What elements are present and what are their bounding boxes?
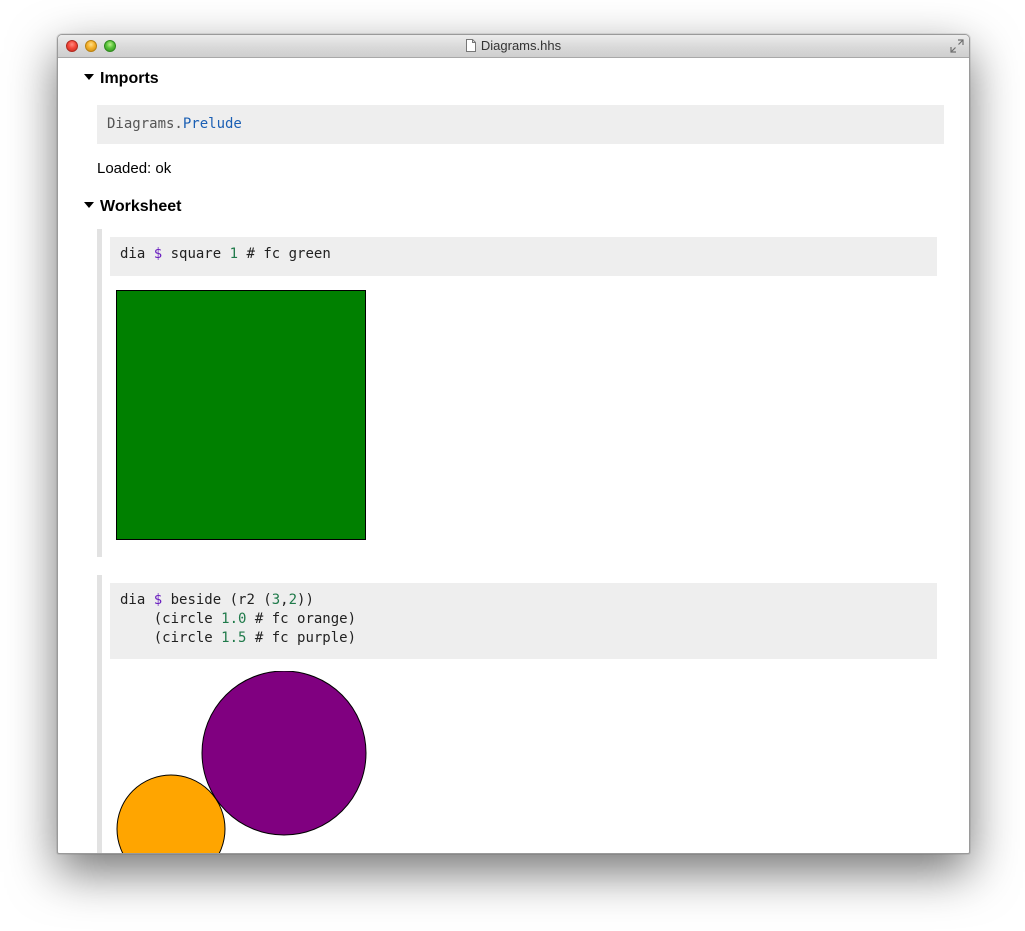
cell-code-editor[interactable]: dia $ beside (r2 (3,2)) (circle 1.0 # fc… (110, 583, 937, 659)
code-number: 1.0 (221, 611, 247, 627)
worksheet-content[interactable]: Imports Diagrams.Prelude Loaded: ok Work… (58, 58, 969, 853)
window-title-group: Diagrams.hhs (58, 38, 969, 54)
code-token: )) (297, 592, 314, 608)
cell-output-diagram (116, 290, 366, 540)
code-token: # fc purple) (246, 630, 357, 646)
code-token: # fc green (238, 246, 331, 262)
code-token: dia (120, 246, 154, 262)
worksheet-cell: dia $ square 1 # fc green (97, 229, 947, 557)
code-number: 3 (271, 592, 281, 608)
code-operator: $ (153, 592, 163, 608)
code-number: 2 (288, 592, 298, 608)
import-module-prefix: Diagrams. (107, 116, 183, 132)
purple-circle-shape (201, 671, 367, 836)
worksheet-header-label: Worksheet (100, 198, 182, 215)
disclosure-triangle-icon[interactable] (84, 74, 94, 80)
green-square-shape (116, 290, 366, 540)
code-token: beside (r2 ( (162, 592, 272, 608)
app-window: Diagrams.hhs Imports Diagrams.Prelude Lo… (57, 34, 970, 854)
imports-code-editor[interactable]: Diagrams.Prelude (97, 105, 944, 144)
window-title: Diagrams.hhs (480, 38, 562, 53)
code-number: 1 (229, 246, 239, 262)
disclosure-triangle-icon[interactable] (84, 202, 94, 208)
code-token: , (280, 592, 289, 608)
worksheet-cell: dia $ beside (r2 (3,2)) (circle 1.0 # fc… (97, 575, 947, 853)
imports-status: Loaded: ok (97, 160, 172, 177)
cell-output-diagram (116, 671, 367, 853)
document-icon (465, 39, 476, 52)
worksheet-section-header[interactable]: Worksheet (84, 197, 182, 217)
imports-section-header[interactable]: Imports (84, 69, 159, 89)
fullscreen-icon[interactable] (950, 39, 964, 53)
code-token: square (162, 246, 230, 262)
imports-header-label: Imports (100, 70, 159, 87)
cell-code-editor[interactable]: dia $ square 1 # fc green (110, 237, 937, 276)
import-module-name: Prelude (182, 116, 242, 132)
code-token: (circle (120, 630, 222, 646)
title-bar[interactable]: Diagrams.hhs (58, 35, 969, 58)
code-number: 1.5 (221, 630, 247, 646)
code-token: (circle (120, 611, 222, 627)
code-operator: $ (153, 246, 163, 262)
code-token: # fc orange) (246, 611, 357, 627)
code-token: dia (120, 592, 154, 608)
